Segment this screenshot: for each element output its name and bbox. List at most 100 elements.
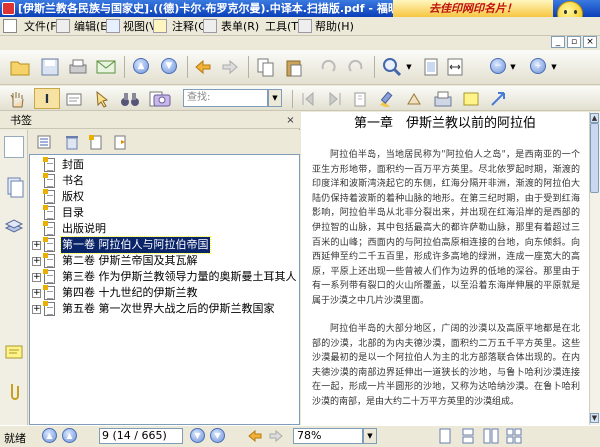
- note-icon[interactable]: [460, 89, 482, 109]
- bookmark-page-icon: [43, 285, 55, 300]
- continuous-facing-icon[interactable]: [505, 427, 523, 445]
- search-dropdown-icon[interactable]: ▼: [268, 89, 282, 107]
- expand-icon[interactable]: +: [32, 257, 41, 266]
- bookmark-item[interactable]: 书名: [30, 173, 299, 189]
- new-bookmark-icon[interactable]: [86, 133, 106, 151]
- fit-page-icon[interactable]: [420, 56, 442, 78]
- redo-icon[interactable]: [346, 57, 366, 77]
- bookmark-item[interactable]: 目录: [30, 205, 299, 221]
- zoom-level-input[interactable]: 78%: [293, 428, 363, 444]
- restore-button[interactable]: ▫: [567, 36, 581, 48]
- camera-icon[interactable]: [151, 88, 173, 109]
- bookmark-label: 第三卷 作为伊斯兰教领导力量的奥斯曼土耳其人: [62, 270, 297, 283]
- menu-help[interactable]: 帮助(H): [313, 19, 356, 34]
- bookmark-item[interactable]: + 第一卷 阿拉伯人与阿拉伯帝国: [30, 236, 299, 254]
- comments-tab-icon[interactable]: [4, 342, 24, 364]
- expand-icon[interactable]: +: [32, 273, 41, 282]
- ad-banner[interactable]: 去佳印网印名片！: [393, 0, 553, 17]
- panel-close-icon[interactable]: ×: [285, 115, 296, 126]
- panel-header: 书签: [0, 112, 300, 129]
- bookmark-item[interactable]: 版权: [30, 189, 299, 205]
- bookmark-page-icon: [43, 205, 55, 220]
- history-forward-icon[interactable]: [268, 428, 284, 444]
- bookmark-item[interactable]: + 第二卷 伊斯兰帝国及其瓦解: [30, 253, 299, 269]
- page-count: (14 / 665): [112, 429, 167, 442]
- bookmark-label: 书名: [62, 174, 84, 187]
- bookmark-item[interactable]: + 第四卷 十九世纪的伊斯兰教: [30, 285, 299, 301]
- window-controls: _ ▫ ×: [551, 36, 599, 49]
- zoom-out-dropdown-icon[interactable]: ▼: [508, 60, 518, 74]
- print-icon[interactable]: [66, 55, 90, 79]
- save-icon[interactable]: [38, 55, 62, 79]
- open-icon[interactable]: [8, 55, 32, 79]
- zoom-out-icon[interactable]: −: [490, 58, 506, 74]
- zoom-dropdown-icon[interactable]: ▼: [363, 428, 377, 444]
- bookmark-icon[interactable]: [350, 89, 370, 109]
- binoculars-icon[interactable]: [119, 88, 141, 109]
- page-down-icon[interactable]: ▼: [161, 58, 177, 74]
- highlight-icon[interactable]: [376, 89, 398, 109]
- search-input[interactable]: 查找:: [183, 89, 268, 107]
- expand-icon[interactable]: +: [32, 289, 41, 298]
- next-result-icon[interactable]: [325, 89, 345, 109]
- hand-icon[interactable]: [6, 88, 28, 109]
- bookmark-item[interactable]: + 第三卷 作为伊斯兰教领导力量的奥斯曼土耳其人: [30, 269, 299, 285]
- undo-icon[interactable]: [318, 57, 338, 77]
- first-page-icon[interactable]: ▲: [42, 428, 57, 443]
- back-icon[interactable]: [193, 57, 213, 77]
- body-paragraph: 阿拉伯半岛的大部分地区，广阔的沙漠以及高原平地都是在北部的沙漠，北部的为内夫德沙…: [312, 324, 580, 407]
- attachments-tab-icon[interactable]: [4, 380, 24, 402]
- minimize-button[interactable]: _: [551, 36, 565, 48]
- fit-width-icon[interactable]: [444, 56, 466, 78]
- email-icon[interactable]: [94, 55, 118, 79]
- help-menu-icon: [298, 19, 312, 33]
- zoom-dropdown-icon[interactable]: ▼: [404, 60, 414, 74]
- expand-icon[interactable]: +: [32, 305, 41, 314]
- bookmark-options-icon[interactable]: [34, 133, 54, 151]
- side-tabs: [0, 130, 28, 425]
- bookmark-toolbar: [29, 130, 300, 154]
- scroll-up-icon[interactable]: ▲: [590, 113, 599, 123]
- delete-bookmark-icon[interactable]: [62, 133, 82, 151]
- panel-title: 书签: [10, 114, 32, 127]
- bookmarks-tab-icon[interactable]: [4, 136, 24, 158]
- expand-bookmark-icon[interactable]: [110, 133, 130, 151]
- arrow-icon[interactable]: [488, 89, 510, 109]
- pages-tab-icon[interactable]: [4, 176, 24, 198]
- last-page-icon[interactable]: ▼: [210, 428, 225, 443]
- zoom-in-dropdown-icon[interactable]: ▼: [549, 60, 559, 74]
- snapshot-icon[interactable]: [63, 88, 85, 109]
- bookmark-item[interactable]: 封面: [30, 157, 299, 173]
- text-select-icon[interactable]: I: [34, 88, 60, 109]
- menu-form[interactable]: 表单(R): [219, 19, 261, 34]
- scroll-thumb[interactable]: [590, 123, 599, 193]
- close-button[interactable]: ×: [583, 36, 597, 48]
- copy-icon[interactable]: [255, 56, 277, 78]
- paste-icon[interactable]: [283, 56, 305, 78]
- zoom-in-icon[interactable]: +: [530, 58, 546, 74]
- page-number-input[interactable]: 9 (14 / 665): [99, 428, 183, 444]
- zoom-icon[interactable]: [381, 56, 403, 78]
- prev-result-icon[interactable]: [298, 89, 318, 109]
- link-icon[interactable]: [404, 89, 426, 109]
- continuous-page-icon[interactable]: [460, 427, 476, 445]
- bookmark-page-icon: [43, 301, 55, 316]
- select-icon[interactable]: [92, 88, 114, 109]
- bookmark-page-icon: [43, 189, 55, 204]
- single-page-icon[interactable]: [437, 427, 453, 445]
- forward-icon[interactable]: [220, 57, 240, 77]
- page-up-icon[interactable]: ▲: [133, 58, 149, 74]
- typewriter-icon[interactable]: [432, 89, 454, 109]
- form-menu-icon: [203, 19, 217, 33]
- app-icon: [2, 2, 15, 15]
- bookmark-item[interactable]: + 第五卷 第一次世界大战之后的伊斯兰教国家: [30, 301, 299, 317]
- layers-tab-icon[interactable]: [4, 216, 24, 238]
- prev-page-icon[interactable]: ▲: [62, 428, 77, 443]
- next-page-icon[interactable]: ▼: [190, 428, 205, 443]
- expand-icon[interactable]: +: [32, 241, 41, 250]
- bookmark-item[interactable]: 出版说明: [30, 221, 299, 237]
- history-back-icon[interactable]: [247, 428, 263, 444]
- scroll-down-icon[interactable]: ▼: [590, 413, 599, 423]
- body-paragraph: 阿拉伯半岛，当地居民称为"阿拉伯人之岛"，是西南亚的一个亚生方形地带，面积约一百…: [312, 150, 580, 306]
- facing-page-icon[interactable]: [482, 427, 500, 445]
